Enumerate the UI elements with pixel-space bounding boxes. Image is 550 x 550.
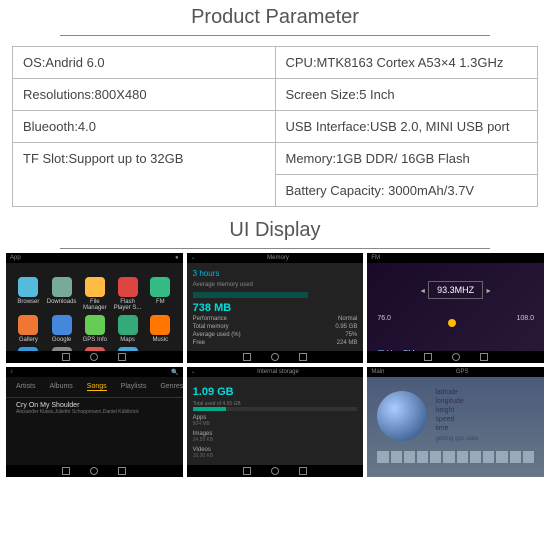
gps-field: latitude xyxy=(435,389,534,396)
memory-value: 738 MB xyxy=(193,302,358,314)
songs-tab[interactable]: Songs xyxy=(87,383,107,391)
fm-dial-icon[interactable] xyxy=(448,319,456,327)
songs-tabs[interactable]: Artists Albums Songs Playlists Genres xyxy=(6,377,183,398)
storage-item[interactable]: Apps504 MB xyxy=(193,415,358,427)
memory-avg-label: Average memory used xyxy=(193,282,358,288)
memory-time: 3 hours xyxy=(193,269,358,278)
songs-tab[interactable]: Genres xyxy=(160,383,182,391)
app-label: Google xyxy=(52,337,71,343)
nav-bar xyxy=(6,351,183,363)
app-icon xyxy=(85,277,105,297)
song-row[interactable]: Cry On My Shoulder Alexander Klaws,Julie… xyxy=(6,398,183,419)
fm-scale[interactable]: 76.0 108.0 xyxy=(377,315,534,335)
gps-field: height xyxy=(435,407,534,414)
thumb-storage: ←Internal storage 1.09 GB Total used of … xyxy=(187,367,364,477)
gps-status: getting gps data xyxy=(435,436,534,442)
app-item[interactable]: Browser xyxy=(14,277,43,311)
app-label: Flash Player S... xyxy=(113,299,142,311)
spec-cell: OS:Andrid 6.0 xyxy=(13,47,275,79)
gps-title: GPS xyxy=(456,369,469,375)
gps-field: speed xyxy=(435,416,534,423)
gps-signal-bars xyxy=(377,443,534,463)
spec-cell: Battery Capacity: 3000mAh/3.7V xyxy=(276,175,538,206)
app-label: Gallery xyxy=(19,337,38,343)
app-label: Music xyxy=(152,337,168,343)
storage-item[interactable]: Videos16.00 KB xyxy=(193,447,358,459)
fm-scale-low: 76.0 xyxy=(377,315,391,322)
storage-item[interactable]: Images24.59 KB xyxy=(193,431,358,443)
songs-tab[interactable]: Playlists xyxy=(121,383,147,391)
song-artist: Alexander Klaws,Juliette Schoppmann,Dani… xyxy=(16,409,173,415)
thumb-gps: MainGPS latitudelongitudeheightspeedtime… xyxy=(367,367,544,477)
song-title: Cry On My Shoulder xyxy=(16,402,173,409)
thumb-apps: App● BrowserDownloadsFile ManagerFlash P… xyxy=(6,253,183,363)
home-icon[interactable] xyxy=(90,353,98,361)
app-label: Maps xyxy=(120,337,135,343)
app-label: GPS Info xyxy=(83,337,107,343)
app-item[interactable]: Music xyxy=(146,315,175,343)
spec-cell: Blueooth:4.0 xyxy=(13,111,275,143)
spec-cell: USB Interface:USB 2.0, MINI USB port xyxy=(276,111,538,143)
app-label: FM xyxy=(156,299,165,305)
memory-bar xyxy=(193,292,308,298)
thumb-fm: FM ◄ 93.3MHZ ► 76.0 108.0 ☐ Use FM xyxy=(367,253,544,363)
memory-title: Memory xyxy=(267,255,289,261)
fm-title: FM xyxy=(371,255,380,261)
app-icon xyxy=(85,315,105,335)
fm-scale-high: 108.0 xyxy=(516,315,534,322)
spec-cell: Screen Size:5 Inch xyxy=(276,79,538,111)
app-item[interactable]: Google xyxy=(47,315,77,343)
fm-frequency[interactable]: 93.3MHZ xyxy=(428,281,483,299)
storage-bar xyxy=(193,407,358,411)
songs-tab[interactable]: Artists xyxy=(16,383,35,391)
app-icon xyxy=(18,315,38,335)
app-item[interactable]: Downloads xyxy=(47,277,77,311)
app-item[interactable]: Gallery xyxy=(14,315,43,343)
storage-value: 1.09 GB xyxy=(193,386,358,398)
app-icon xyxy=(52,315,72,335)
memory-row: Total memory0.95 GB xyxy=(193,324,358,330)
app-label: Downloads xyxy=(47,299,77,305)
app-icon xyxy=(118,315,138,335)
spec-cell: CPU:MTK8163 Cortex A53×4 1.3GHz xyxy=(276,47,538,79)
app-icon xyxy=(52,277,72,297)
spec-table: OS:Andrid 6.0 Resolutions:800X480 Blueoo… xyxy=(12,46,538,207)
app-icon xyxy=(118,277,138,297)
app-label: Browser xyxy=(17,299,39,305)
app-icon xyxy=(150,315,170,335)
songs-tab[interactable]: Albums xyxy=(49,383,72,391)
gps-field: longitude xyxy=(435,398,534,405)
memory-row: PerformanceNormal xyxy=(193,316,358,322)
app-icon xyxy=(18,277,38,297)
memory-row: Free224 MB xyxy=(193,340,358,346)
section-title-param: Product Parameter xyxy=(60,0,490,36)
app-item[interactable]: Maps xyxy=(113,315,142,343)
thumb-songs: ♪🔍 ArtistsAlbumsSongsPlaylistsGenres Cry… xyxy=(6,367,183,477)
app-item[interactable]: Flash Player S... xyxy=(113,277,142,311)
thumbs-grid: App● BrowserDownloadsFile ManagerFlash P… xyxy=(0,249,550,481)
memory-row: Average used (%)75% xyxy=(193,332,358,338)
app-icon xyxy=(150,277,170,297)
app-item[interactable]: GPS Info xyxy=(80,315,109,343)
app-item[interactable]: FM xyxy=(146,277,175,311)
thumb-memory: ←Memory 3 hours Average memory used 738 … xyxy=(187,253,364,363)
globe-icon xyxy=(377,391,427,441)
app-item[interactable]: File Manager xyxy=(80,277,109,311)
spec-cell: Resolutions:800X480 xyxy=(13,79,275,111)
section-title-ui: UI Display xyxy=(60,213,490,249)
recent-icon[interactable] xyxy=(118,353,126,361)
spec-cell: TF Slot:Support up to 32GB xyxy=(13,143,275,174)
app-label: File Manager xyxy=(80,299,109,311)
storage-title: Internal storage xyxy=(257,369,299,375)
back-icon[interactable] xyxy=(62,353,70,361)
gps-field: time xyxy=(435,425,534,432)
spec-cell: Memory:1GB DDR/ 16GB Flash xyxy=(276,143,538,175)
